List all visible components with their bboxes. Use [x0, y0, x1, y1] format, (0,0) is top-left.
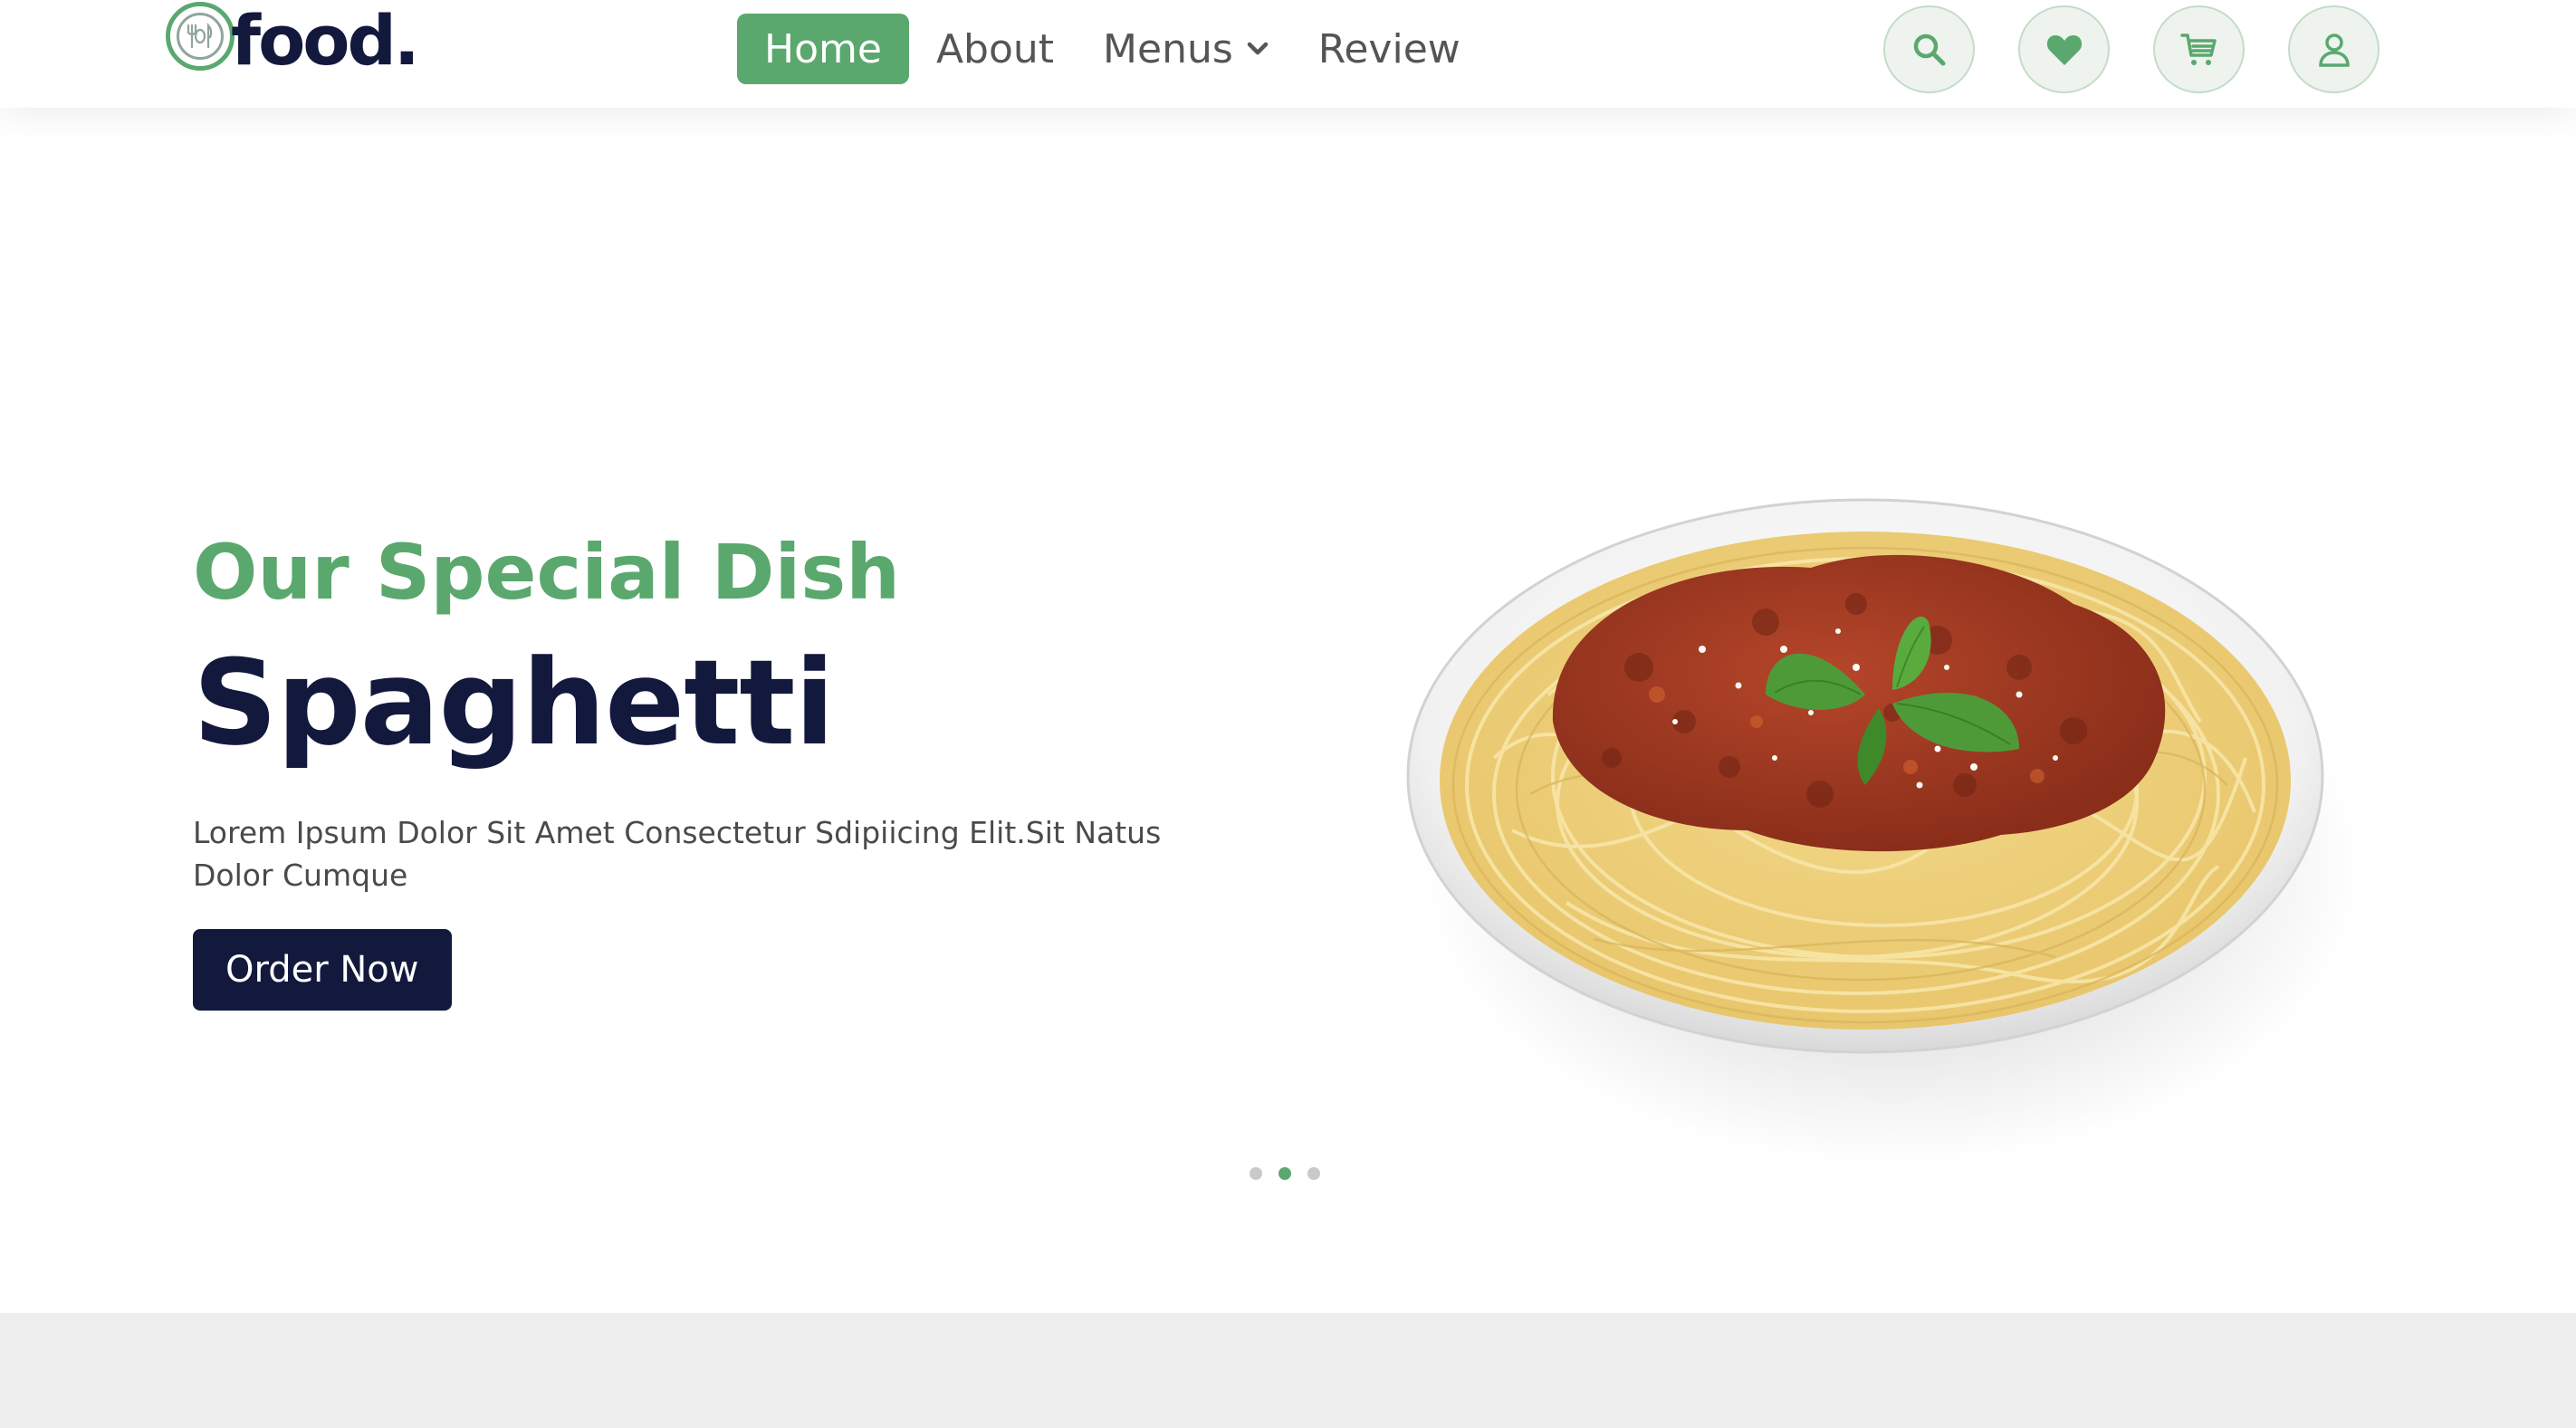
- user-icon: [2318, 33, 2350, 67]
- hero-slider: Our Special Dish Spaghetti Lorem Ipsum D…: [0, 108, 2576, 1313]
- slider-pagination: [1250, 1167, 1336, 1180]
- brand-name: food.: [231, 0, 420, 81]
- site-header: food. Home About Menus Review: [0, 0, 2576, 108]
- plate-fork-knife-icon: [166, 2, 235, 71]
- main-nav: Home About Menus Review: [737, 14, 1509, 84]
- search-icon: [1913, 34, 1945, 65]
- nav-about[interactable]: About: [936, 14, 1054, 84]
- cart-button[interactable]: [2153, 5, 2245, 93]
- hero-title: Spaghetti: [193, 633, 835, 772]
- nav-review[interactable]: Review: [1318, 14, 1460, 84]
- wishlist-button[interactable]: [2018, 5, 2110, 93]
- nav-menus[interactable]: Menus: [1103, 14, 1269, 84]
- header-actions: [1883, 5, 2380, 93]
- nav-about-label: About: [935, 25, 1055, 72]
- slider-dot-3[interactable]: [1307, 1167, 1320, 1180]
- search-button[interactable]: [1883, 5, 1975, 93]
- heart-icon: [2046, 34, 2082, 65]
- hero-content: Our Special Dish Spaghetti Lorem Ipsum D…: [193, 529, 1279, 1011]
- chevron-down-icon: [1246, 41, 1269, 57]
- spaghetti-plate-image: [1406, 498, 2363, 1165]
- logo[interactable]: food.: [166, 0, 420, 81]
- nav-menus-label: Menus: [1103, 25, 1233, 72]
- hero-subtitle: Our Special Dish: [193, 528, 901, 617]
- slider-dot-2[interactable]: [1278, 1167, 1291, 1180]
- account-button[interactable]: [2288, 5, 2380, 93]
- next-section: [0, 1313, 2576, 1428]
- order-now-button[interactable]: Order Now: [193, 928, 452, 1011]
- cart-icon: [2179, 33, 2217, 65]
- slider-dot-1[interactable]: [1250, 1167, 1262, 1180]
- nav-home-label: Home: [764, 25, 882, 72]
- nav-review-label: Review: [1317, 25, 1460, 72]
- nav-home[interactable]: Home: [737, 14, 909, 84]
- hero-description: Lorem Ipsum Dolor Sit Amet Consectetur S…: [193, 814, 1162, 893]
- order-now-label: Order Now: [225, 948, 419, 991]
